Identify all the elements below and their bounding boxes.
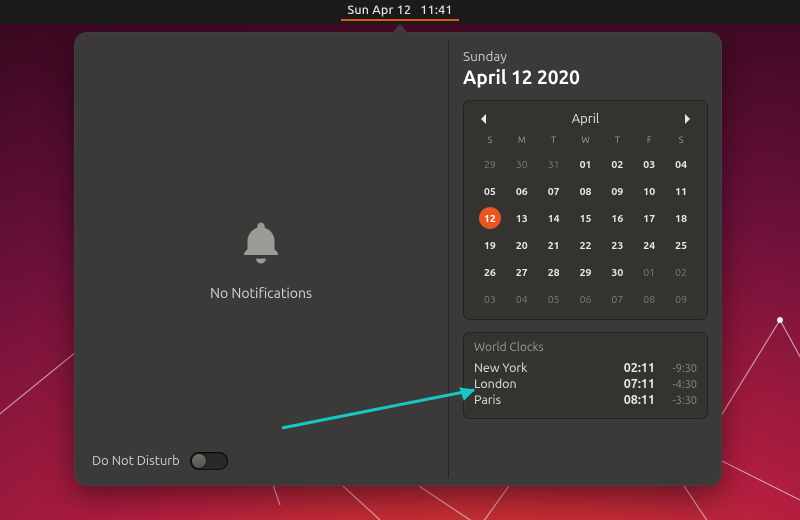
calendar-dow: M — [506, 135, 538, 147]
do-not-disturb-toggle[interactable] — [190, 452, 228, 470]
calendar-day[interactable]: 03 — [474, 289, 506, 309]
calendar-prev-button[interactable] — [476, 111, 492, 127]
calendar-dow: T — [538, 135, 570, 147]
calendar-day[interactable]: 27 — [506, 262, 538, 282]
topbar-time: 11:41 — [420, 3, 452, 17]
calendar-day[interactable]: 11 — [665, 181, 697, 201]
calendar-day[interactable]: 24 — [633, 235, 665, 255]
calendar-day[interactable]: 30 — [506, 154, 538, 174]
calendar-day[interactable]: 20 — [506, 235, 538, 255]
calendar-dow: F — [633, 135, 665, 147]
notifications-empty-text: No Notifications — [210, 285, 312, 301]
calendar-day[interactable]: 03 — [633, 154, 665, 174]
notifications-empty-state: No Notifications — [74, 32, 448, 486]
calendar-pane: Sunday April 12 2020 April SMTWTFS293031… — [449, 32, 722, 486]
bell-icon — [234, 217, 288, 271]
calendar-day[interactable]: 08 — [570, 181, 602, 201]
world-clock-time: 08:11 — [607, 393, 655, 407]
calendar-day[interactable]: 06 — [506, 181, 538, 201]
world-clock-city: London — [474, 377, 607, 391]
world-clock-row: Paris08:11-3:30 — [474, 392, 697, 408]
world-clock-city: Paris — [474, 393, 607, 407]
calendar-day[interactable]: 21 — [538, 235, 570, 255]
calendar-day[interactable]: 02 — [665, 262, 697, 282]
world-clocks-title: World Clocks — [474, 341, 697, 354]
calendar-day[interactable]: 02 — [601, 154, 633, 174]
do-not-disturb-row: Do Not Disturb — [92, 452, 228, 470]
date-full: April 12 2020 — [463, 66, 708, 88]
calendar-day[interactable]: 07 — [601, 289, 633, 309]
calendar-day[interactable]: 05 — [538, 289, 570, 309]
calendar-day[interactable]: 23 — [601, 235, 633, 255]
calendar-day[interactable]: 30 — [601, 262, 633, 282]
do-not-disturb-label: Do Not Disturb — [92, 454, 180, 468]
chevron-left-icon — [480, 114, 488, 124]
calendar-day[interactable]: 22 — [570, 235, 602, 255]
calendar-day[interactable]: 18 — [665, 208, 697, 228]
world-clock-row: London07:11-4:30 — [474, 376, 697, 392]
calendar-day[interactable]: 07 — [538, 181, 570, 201]
world-clocks-list: New York02:11-9:30London07:11-4:30Paris0… — [474, 360, 697, 408]
clock-button[interactable]: Sun Apr 12 11:41 — [341, 3, 458, 21]
calendar-day[interactable]: 09 — [601, 181, 633, 201]
world-clock-offset: -3:30 — [655, 395, 697, 407]
calendar-day[interactable]: 06 — [570, 289, 602, 309]
world-clock-offset: -9:30 — [655, 363, 697, 375]
calendar-dow: S — [665, 135, 697, 147]
world-clock-time: 02:11 — [607, 361, 655, 375]
notifications-pane: No Notifications Do Not Disturb — [74, 32, 448, 486]
calendar-card: April SMTWTFS293031010203040506070809101… — [463, 100, 708, 320]
calendar-day[interactable]: 16 — [601, 208, 633, 228]
calendar-day[interactable]: 29 — [570, 262, 602, 282]
calendar-day-selected[interactable]: 12 — [479, 207, 501, 229]
calendar-next-button[interactable] — [679, 111, 695, 127]
calendar-day[interactable]: 31 — [538, 154, 570, 174]
calendar-dow: T — [601, 135, 633, 147]
world-clock-offset: -4:30 — [655, 379, 697, 391]
calendar-day[interactable]: 14 — [538, 208, 570, 228]
world-clock-row: New York02:11-9:30 — [474, 360, 697, 376]
world-clock-time: 07:11 — [607, 377, 655, 391]
calendar-dow: W — [570, 135, 602, 147]
world-clocks-card[interactable]: World Clocks New York02:11-9:30London07:… — [463, 332, 708, 419]
datetime-popover: No Notifications Do Not Disturb Sunday A… — [74, 32, 722, 486]
date-header: Sunday April 12 2020 — [463, 48, 708, 88]
calendar-day[interactable]: 28 — [538, 262, 570, 282]
world-clock-city: New York — [474, 361, 607, 375]
calendar-day[interactable]: 26 — [474, 262, 506, 282]
calendar-day[interactable]: 01 — [570, 154, 602, 174]
calendar-day[interactable]: 15 — [570, 208, 602, 228]
calendar-day[interactable]: 04 — [506, 289, 538, 309]
topbar-date: Sun Apr 12 — [347, 3, 411, 17]
calendar-day[interactable]: 08 — [633, 289, 665, 309]
top-bar: Sun Apr 12 11:41 — [0, 0, 800, 24]
popover-pointer — [392, 24, 408, 33]
calendar-day[interactable]: 25 — [665, 235, 697, 255]
calendar-month-label: April — [572, 112, 600, 126]
calendar-day[interactable]: 13 — [506, 208, 538, 228]
toggle-knob — [192, 454, 206, 468]
calendar-day[interactable]: 29 — [474, 154, 506, 174]
calendar-day[interactable]: 17 — [633, 208, 665, 228]
calendar-day[interactable]: 04 — [665, 154, 697, 174]
calendar-day[interactable]: 09 — [665, 289, 697, 309]
calendar-nav: April — [474, 109, 697, 135]
calendar-day[interactable]: 05 — [474, 181, 506, 201]
calendar-day[interactable]: 19 — [474, 235, 506, 255]
chevron-right-icon — [683, 114, 691, 124]
calendar-grid: SMTWTFS293031010203040506070809101112131… — [474, 135, 697, 309]
calendar-dow: S — [474, 135, 506, 147]
calendar-day[interactable]: 01 — [633, 262, 665, 282]
date-weekday: Sunday — [463, 48, 708, 64]
calendar-day[interactable]: 10 — [633, 181, 665, 201]
